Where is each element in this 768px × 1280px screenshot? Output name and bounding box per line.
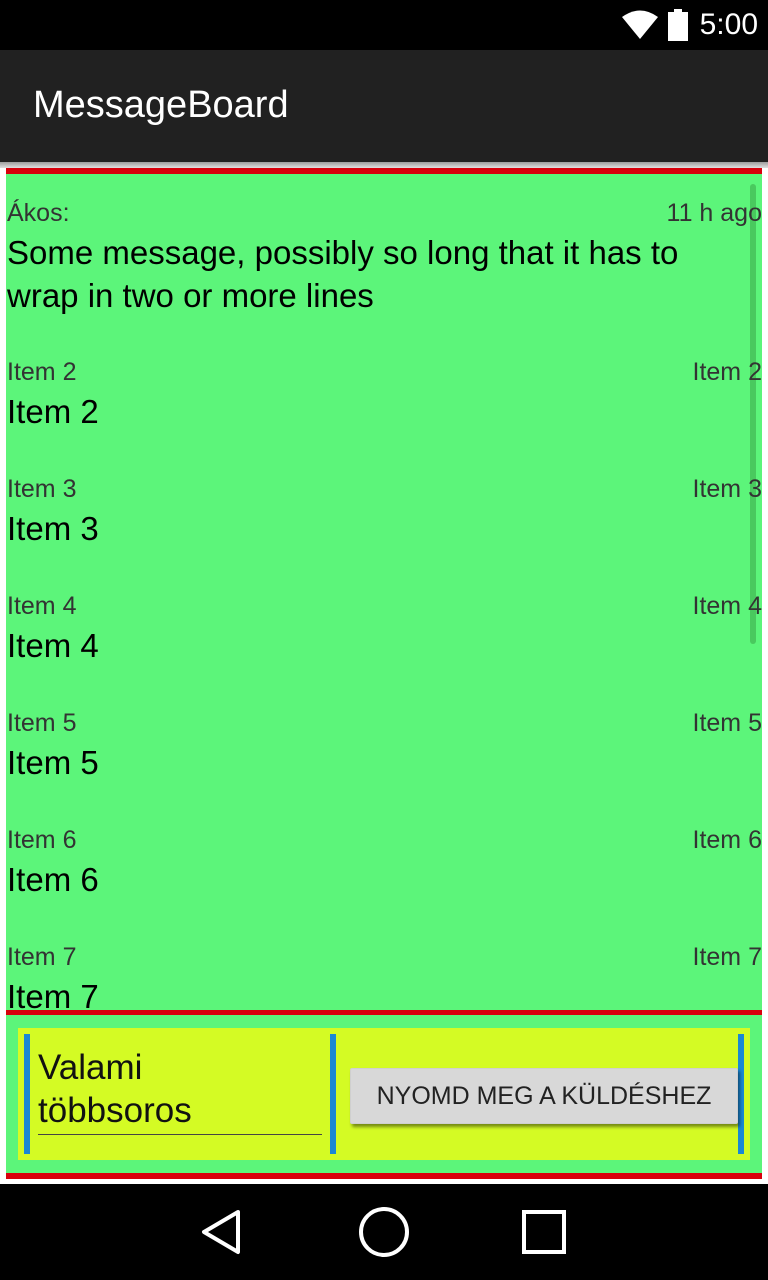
message-list[interactable]: Ákos: 11 h ago Some message, possibly so… (6, 168, 762, 1015)
message-item[interactable]: Item 5 Item 5 Item 5 (6, 709, 762, 784)
message-time: Item 4 (692, 592, 762, 620)
input-underline (38, 1134, 322, 1135)
message-time: Item 3 (692, 475, 762, 503)
message-author: Item 2 (7, 358, 77, 386)
message-time: Item 2 (692, 358, 762, 386)
message-text: Item 5 (7, 744, 99, 781)
message-item[interactable]: Item 2 Item 2 Item 2 (6, 358, 762, 433)
message-item[interactable]: Item 4 Item 4 Item 4 (6, 592, 762, 667)
message-time: 11 h ago (666, 199, 762, 227)
message-author: Item 4 (7, 592, 77, 620)
message-meta: Item 2 Item 2 (6, 358, 762, 390)
message-text: Item 2 (7, 393, 99, 430)
battery-icon (667, 9, 688, 41)
message-meta: Item 6 Item 6 (6, 826, 762, 858)
composer-inner: Valami többsoros NYOMD MEG A KÜLDÉSHEZ (18, 1028, 750, 1160)
composer-panel: Valami többsoros NYOMD MEG A KÜLDÉSHEZ (6, 1015, 762, 1179)
message-input-box[interactable]: Valami többsoros (24, 1034, 336, 1154)
message-item[interactable]: Item 3 Item 3 Item 3 (6, 475, 762, 550)
message-text: Some message, possibly so long that it h… (7, 234, 679, 314)
message-input[interactable]: Valami többsoros (38, 1046, 328, 1132)
app-title: MessageBoard (33, 84, 289, 126)
message-time: Item 6 (692, 826, 762, 854)
app-bar: MessageBoard (0, 50, 768, 162)
message-text: Item 3 (7, 510, 99, 547)
message-time: Item 5 (692, 709, 762, 737)
back-icon[interactable] (194, 1204, 250, 1260)
message-time: Item 7 (692, 943, 762, 971)
message-author: Item 6 (7, 826, 77, 854)
message-meta: Item 7 Item 7 (6, 943, 762, 975)
message-text: Item 6 (7, 861, 99, 898)
message-author: Item 5 (7, 709, 77, 737)
message-author: Item 3 (7, 475, 77, 503)
wifi-icon (621, 10, 658, 39)
send-button-container: NYOMD MEG A KÜLDÉSHEZ (336, 1034, 744, 1154)
send-button[interactable]: NYOMD MEG A KÜLDÉSHEZ (350, 1068, 738, 1124)
navigation-bar (0, 1184, 768, 1280)
message-author: Ákos: (7, 199, 70, 227)
recents-icon[interactable] (516, 1204, 572, 1260)
message-item[interactable]: Item 7 Item 7 Item 7 (6, 943, 762, 1015)
message-text: Item 7 (7, 978, 99, 1015)
message-author: Item 7 (7, 943, 77, 971)
message-item[interactable]: Item 6 Item 6 Item 6 (6, 826, 762, 901)
message-meta: Item 4 Item 4 (6, 592, 762, 624)
status-icons: 5:00 (621, 0, 758, 50)
message-meta: Item 3 Item 3 (6, 475, 762, 507)
message-meta: Ákos: 11 h ago (6, 199, 762, 231)
home-icon[interactable] (356, 1204, 412, 1260)
message-item[interactable]: Ákos: 11 h ago Some message, possibly so… (6, 199, 762, 317)
status-clock: 5:00 (699, 8, 758, 41)
status-bar: 5:00 (0, 0, 768, 50)
message-text: Item 4 (7, 627, 99, 664)
message-meta: Item 5 Item 5 (6, 709, 762, 741)
